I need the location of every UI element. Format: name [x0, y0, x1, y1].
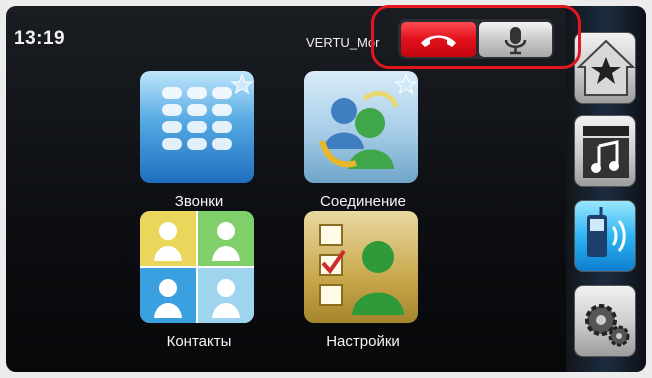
dock-settings-button[interactable] — [574, 285, 636, 357]
dialpad-icon — [162, 73, 254, 150]
app-settings-label: Настройки — [326, 333, 400, 350]
dock-media-button[interactable] — [574, 115, 636, 187]
clock: 13:19 — [14, 28, 66, 49]
checklist-icon — [319, 224, 404, 315]
dock-phone-button[interactable] — [574, 200, 636, 272]
contacts-tile — [140, 211, 254, 323]
connection-icon — [319, 73, 418, 169]
dialpad-tile — [140, 71, 254, 183]
media-icon — [583, 126, 629, 178]
contacts-icon — [140, 211, 254, 323]
connection-tile — [304, 71, 418, 183]
app-contacts-label: Контакты — [166, 333, 232, 350]
app-calls-label: Звонки — [174, 193, 224, 210]
settings-tile — [304, 211, 418, 323]
dock-favorites-button[interactable] — [574, 32, 636, 104]
call-controls-highlight — [371, 5, 581, 69]
app-connection-label: Соединение — [320, 193, 406, 210]
phone-icon — [587, 207, 626, 257]
favorites-icon — [576, 39, 636, 96]
gear-icon — [585, 304, 630, 347]
